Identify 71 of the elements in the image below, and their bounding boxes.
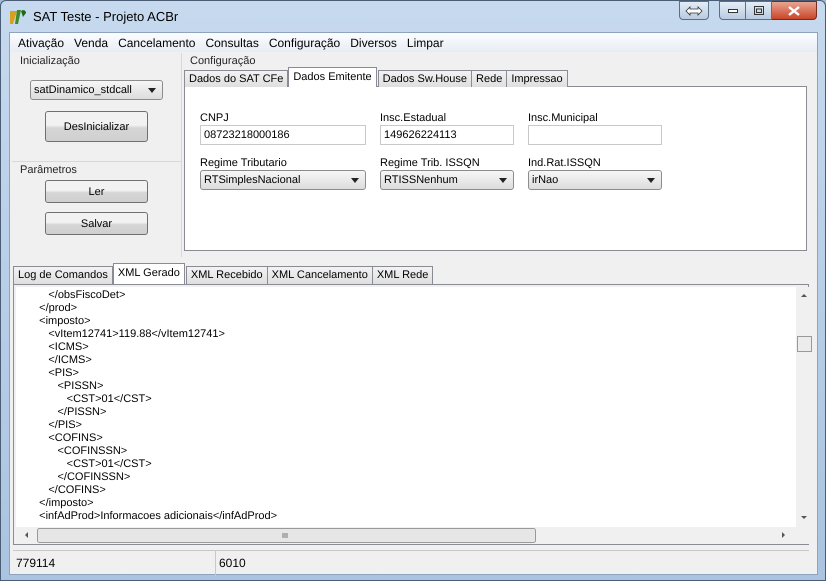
app-logo-icon (9, 8, 27, 26)
tab[interactable]: Dados Sw.House (378, 70, 472, 87)
code-line: <PIS> (47, 367, 80, 380)
menu-item[interactable]: Ativação (13, 36, 70, 50)
code-line: <infAdProd>Informacoes adicionais</infAdProd> (38, 510, 278, 523)
code-line: <vItem12741>119.88</vItem12741> (47, 328, 226, 341)
deinitialize-button[interactable]: DesInicializar (45, 111, 148, 142)
menu-item[interactable]: Consultas (200, 36, 264, 50)
tab[interactable]: XML Cancelamento (266, 266, 373, 284)
input-field[interactable]: 149626224113 (380, 125, 514, 145)
code-line: <imposto> (38, 315, 92, 328)
code-line: <CST>01</CST> (66, 458, 153, 471)
status-text: 779114 (13, 551, 216, 576)
menu-item[interactable]: Configuração (264, 36, 346, 50)
field-label: Insc.Municipal (528, 112, 599, 124)
menu-item[interactable]: Venda (69, 36, 114, 50)
code-line: </PIS> (47, 419, 83, 432)
code-line: <PISSN> (56, 380, 104, 393)
group-label: Parâmetros (19, 163, 77, 176)
tab[interactable]: Impressao (506, 70, 568, 87)
tab[interactable]: XML Recebido (186, 266, 268, 284)
menu-item[interactable]: Limpar (402, 36, 449, 50)
double-arrow-icon (685, 6, 703, 16)
code-line: </PISSN> (56, 406, 108, 419)
action-button[interactable]: Salvar (45, 212, 148, 235)
input-field[interactable] (528, 125, 662, 145)
code-line: </ICMS> (47, 354, 93, 367)
field-label: Ind.Rat.ISSQN (528, 157, 602, 169)
dropdown-arrow-icon (148, 88, 156, 92)
window-title: SAT Teste - Projeto ACBr (33, 9, 180, 24)
group-label: Configuração (189, 54, 256, 67)
tab[interactable]: XML Rede (372, 266, 434, 284)
code-line: <ICMS> (47, 341, 90, 354)
dropdown[interactable]: RTISSNenhum (380, 170, 514, 190)
code-line: <COFINS> (47, 432, 104, 445)
minimize-icon (728, 8, 738, 12)
code-line: </obsFiscoDet> (47, 289, 126, 302)
maximize-icon (754, 6, 764, 15)
field-label: Insc.Estadual (380, 112, 448, 124)
input-field[interactable]: 08723218000186 (200, 125, 366, 145)
maximize-button[interactable] (746, 1, 772, 20)
dropdown-arrow-icon (499, 178, 507, 182)
xml-text-area[interactable] (13, 284, 809, 545)
dropdown[interactable]: irNao (528, 170, 662, 190)
close-icon (788, 6, 800, 16)
close-button[interactable] (772, 1, 817, 20)
group-label: Inicialização (19, 54, 80, 67)
code-line: </COFINSSN> (56, 471, 132, 484)
code-line: </COFINS> (47, 484, 107, 497)
field-label: CNPJ (200, 112, 230, 124)
library-dropdown[interactable]: satDinamico_stdcall (30, 80, 163, 100)
tab[interactable]: Rede (471, 70, 508, 87)
swap-button[interactable] (679, 1, 709, 20)
code-line: <COFINSSN> (56, 445, 128, 458)
code-line: </prod> (38, 302, 78, 315)
dropdown-arrow-icon (647, 178, 655, 182)
dropdown-arrow-icon (351, 178, 359, 182)
field-label: Regime Tributario (200, 157, 288, 169)
code-line: </imposto> (38, 497, 95, 510)
tab[interactable]: XML Gerado (112, 263, 185, 284)
status-text: 6010 (218, 555, 247, 572)
menu-item[interactable]: Diversos (345, 36, 402, 50)
field-label: Regime Trib. ISSQN (380, 157, 481, 169)
dropdown[interactable]: RTSimplesNacional (200, 170, 366, 190)
tab[interactable]: Dados Emitente (288, 67, 377, 87)
minimize-button[interactable] (719, 1, 746, 20)
menu-item[interactable]: Cancelamento (113, 36, 200, 50)
action-button[interactable]: Ler (45, 180, 148, 203)
code-line: <CST>01</CST> (66, 393, 153, 406)
tab[interactable]: Dados do SAT CFe (184, 70, 288, 87)
tab[interactable]: Log de Comandos (13, 266, 113, 284)
